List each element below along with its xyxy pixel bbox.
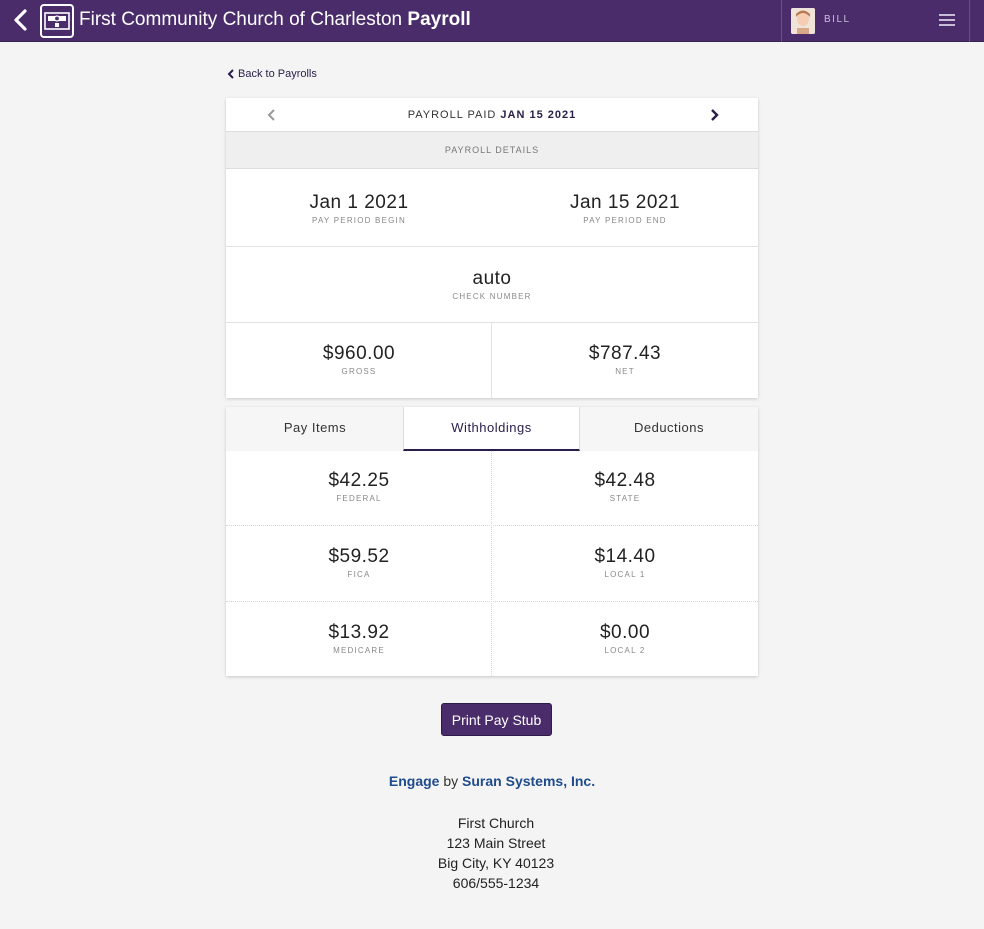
- payroll-details-header: PAYROLL DETAILS: [226, 132, 758, 169]
- divider: [226, 322, 758, 323]
- footer-by: by: [443, 773, 459, 789]
- header-divider: [781, 0, 782, 42]
- check-number-label: CHECK NUMBER: [452, 292, 532, 301]
- tab-deductions[interactable]: Deductions: [580, 407, 758, 451]
- local-2-value: $0.00: [599, 622, 651, 643]
- withholding-medicare: $13.92 MEDICARE: [226, 621, 492, 655]
- pay-period-end-value: Jan 15 2021: [569, 192, 681, 213]
- page-title: First Community Church of Charleston Pay…: [79, 8, 471, 32]
- back-link-label: Back to Payrolls: [238, 68, 317, 80]
- app-header: First Community Church of Charleston Pay…: [0, 0, 984, 42]
- local-1-label: LOCAL 1: [604, 570, 646, 579]
- avatar[interactable]: [791, 8, 815, 34]
- federal-label: FEDERAL: [336, 494, 382, 503]
- address-line: First Church: [457, 815, 535, 831]
- gross-amount: $960.00 GROSS: [226, 342, 492, 376]
- payroll-details-card: PAYROLL PAID JAN 15 2021 PAYROLL DETAILS…: [226, 98, 758, 398]
- church-address: First Church 123 Main Street Big City, K…: [0, 813, 984, 893]
- local-1-value: $14.40: [594, 546, 656, 567]
- address-line: Big City, KY 40123: [437, 855, 555, 871]
- address-line: 123 Main Street: [446, 835, 546, 851]
- payroll-paid-label: PAYROLL PAID JAN 15 2021: [226, 109, 758, 121]
- print-pay-stub-button[interactable]: Print Pay Stub: [441, 703, 552, 736]
- address-line: 606/555-1234: [452, 875, 540, 891]
- header-divider: [969, 0, 970, 42]
- chevron-left-icon[interactable]: [10, 8, 32, 32]
- header-title-bold: Payroll: [407, 9, 471, 30]
- fica-value: $59.52: [328, 546, 390, 567]
- check-logo-icon: [40, 4, 74, 38]
- medicare-value: $13.92: [328, 622, 390, 643]
- check-number-value: auto: [472, 268, 512, 289]
- local-2-label: LOCAL 2: [604, 646, 646, 655]
- withholding-local-2: $0.00 LOCAL 2: [492, 621, 758, 655]
- engage-link[interactable]: Engage: [389, 773, 440, 789]
- divider: [226, 246, 758, 247]
- payroll-paid-date: JAN 15 2021: [500, 109, 577, 121]
- divider: [226, 601, 758, 602]
- gross-value: $960.00: [322, 343, 396, 364]
- withholding-fica: $59.52 FICA: [226, 545, 492, 579]
- state-value: $42.48: [594, 470, 656, 491]
- withholding-state: $42.48 STATE: [492, 469, 758, 503]
- net-label: NET: [615, 367, 635, 376]
- net-value: $787.43: [588, 343, 662, 364]
- footer-brand: Engage by Suran Systems, Inc.: [0, 773, 984, 789]
- check-number: auto CHECK NUMBER: [226, 267, 758, 301]
- pay-period-begin-label: PAY PERIOD BEGIN: [312, 216, 406, 225]
- next-payroll-icon[interactable]: [708, 107, 720, 123]
- chevron-left-icon: [227, 69, 234, 79]
- user-name[interactable]: BILL: [824, 14, 851, 25]
- tab-bar: Pay Items Withholdings Deductions: [226, 407, 758, 451]
- divider: [226, 525, 758, 526]
- medicare-label: MEDICARE: [333, 646, 385, 655]
- pay-period-end: Jan 15 2021 PAY PERIOD END: [492, 191, 758, 225]
- payroll-navigator: PAYROLL PAID JAN 15 2021: [226, 98, 758, 132]
- payroll-paid-prefix: PAYROLL PAID: [407, 109, 497, 121]
- pay-period-begin-value: Jan 1 2021: [309, 192, 409, 213]
- hamburger-menu-icon[interactable]: [939, 13, 955, 27]
- fica-label: FICA: [347, 570, 371, 579]
- state-label: STATE: [609, 494, 641, 503]
- suran-systems-link[interactable]: Suran Systems, Inc.: [462, 773, 595, 789]
- tab-withholdings[interactable]: Withholdings: [403, 407, 580, 451]
- pay-period-end-label: PAY PERIOD END: [583, 216, 667, 225]
- pay-period-begin: Jan 1 2021 PAY PERIOD BEGIN: [226, 191, 492, 225]
- gross-label: GROSS: [341, 367, 377, 376]
- federal-value: $42.25: [328, 470, 390, 491]
- withholding-local-1: $14.40 LOCAL 1: [492, 545, 758, 579]
- net-amount: $787.43 NET: [492, 342, 758, 376]
- withholdings-card: Pay Items Withholdings Deductions $42.25…: [226, 407, 758, 676]
- withholding-federal: $42.25 FEDERAL: [226, 469, 492, 503]
- tab-pay-items[interactable]: Pay Items: [226, 407, 404, 451]
- back-to-payrolls-link[interactable]: Back to Payrolls: [227, 68, 317, 80]
- header-title-main: First Community Church of Charleston: [79, 9, 403, 30]
